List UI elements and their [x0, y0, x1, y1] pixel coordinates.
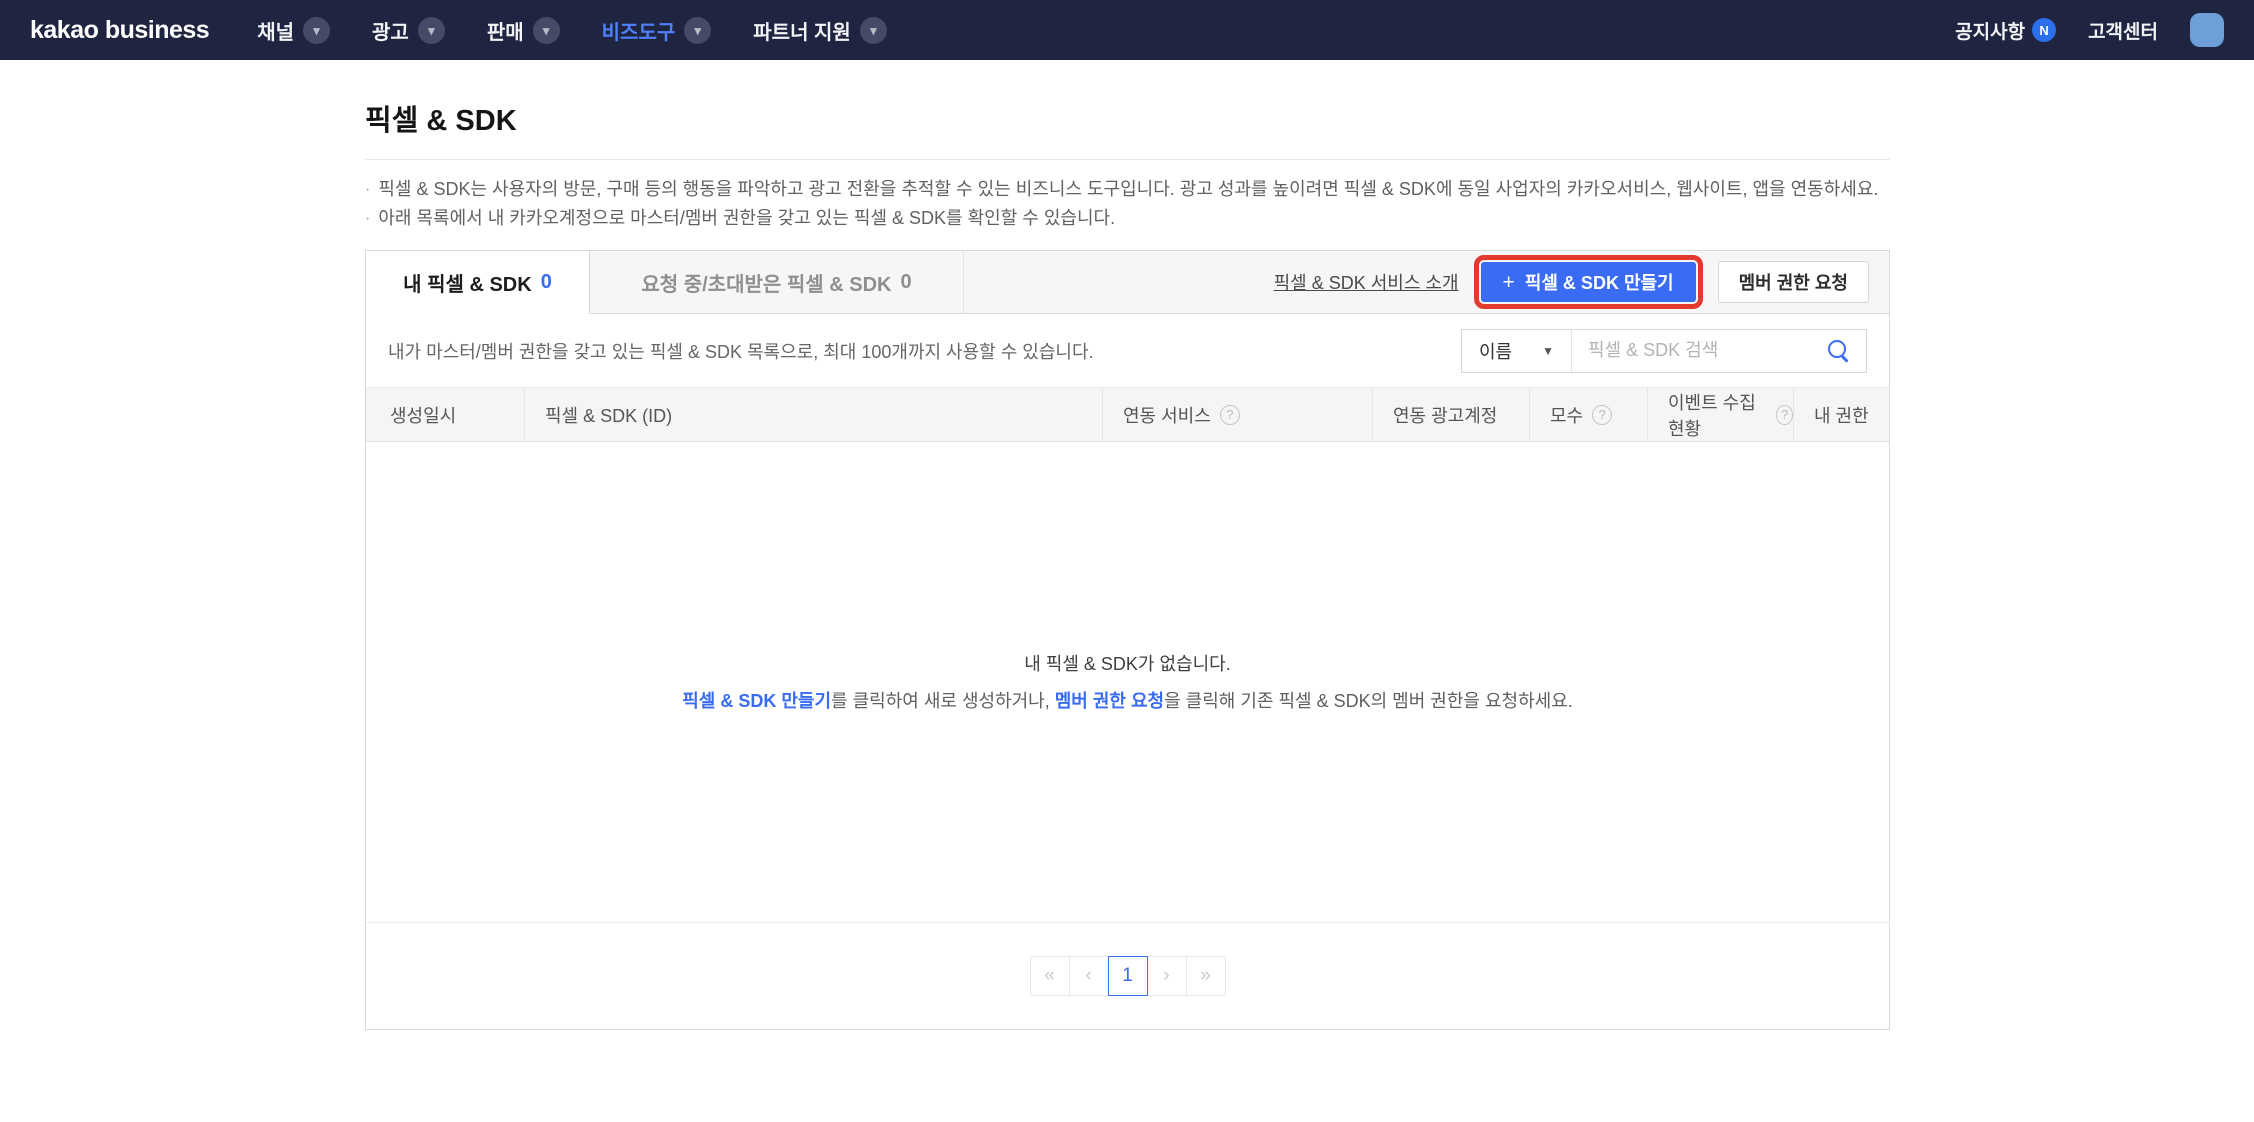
tab-my-pixel-sdk[interactable]: 내 픽셀 & SDK 0 — [366, 251, 590, 314]
search-box: 이름 ▼ — [1461, 329, 1867, 373]
nav-item-biztool-active[interactable]: 비즈도구 ▾ — [602, 16, 712, 45]
help-icon[interactable]: ? — [1776, 405, 1793, 425]
tab-label: 요청 중/초대받은 픽셀 & SDK — [641, 268, 891, 297]
nav-menu: 채널 ▾ 광고 ▾ 판매 ▾ 비즈도구 ▾ 파트너 지원 ▾ — [257, 16, 887, 45]
search-field-value: 이름 — [1479, 338, 1512, 364]
tab-count: 0 — [541, 271, 552, 294]
page-prev-button[interactable]: ‹ — [1069, 956, 1109, 996]
bullet-icon: · — [365, 175, 370, 204]
column-label: 연동 서비스 — [1123, 402, 1211, 428]
empty-state-text: 을 클릭해 기존 픽셀 & SDK의 멤버 권한을 요청하세요. — [1164, 691, 1573, 711]
tab-requested-pixel-sdk[interactable]: 요청 중/초대받은 픽셀 & SDK 0 — [590, 251, 964, 313]
column-label: 모수 — [1550, 402, 1583, 428]
new-badge: N — [2032, 18, 2056, 42]
description-text: 픽셀 & SDK는 사용자의 방문, 구매 등의 행동을 파악하고 광고 전환을… — [378, 175, 1878, 204]
page-next-button[interactable]: › — [1147, 956, 1187, 996]
help-icon[interactable]: ? — [1592, 405, 1612, 425]
nav-item-label: 광고 — [372, 16, 409, 45]
empty-state: 내 픽셀 & SDK가 없습니다. 픽셀 & SDK 만들기를 클릭하여 새로 … — [682, 649, 1573, 716]
create-pixel-sdk-link[interactable]: 픽셀 & SDK 만들기 — [682, 691, 831, 711]
main-content: 픽셀 & SDK · 픽셀 & SDK는 사용자의 방문, 구매 등의 행동을 … — [365, 60, 1890, 1030]
column-label: 픽셀 & SDK (ID) — [545, 402, 672, 428]
nav-item-ad[interactable]: 광고 ▾ — [372, 16, 445, 45]
empty-state-text: 를 클릭하여 새로 생성하거나, — [831, 691, 1055, 711]
column-event-status: 이벤트 수집현황 ? — [1647, 388, 1793, 441]
column-pixel-sdk-id: 픽셀 & SDK (ID) — [524, 388, 1102, 441]
help-center-link[interactable]: 고객센터 — [2088, 17, 2158, 44]
empty-state-description: 픽셀 & SDK 만들기를 클릭하여 새로 생성하거나, 멤버 권한 요청을 클… — [682, 686, 1573, 716]
page-first-button[interactable]: « — [1030, 956, 1070, 996]
create-pixel-sdk-button[interactable]: + 픽셀 & SDK 만들기 — [1481, 262, 1696, 302]
search-input[interactable] — [1572, 340, 1822, 361]
nav-item-label: 채널 — [257, 16, 294, 45]
pagination: « ‹ 1 › » — [366, 923, 1889, 1029]
column-label: 내 권한 — [1814, 402, 1869, 428]
chevron-down-icon: ▾ — [860, 17, 887, 44]
nav-item-label: 비즈도구 — [602, 16, 676, 45]
nav-item-label: 판매 — [487, 16, 524, 45]
description-text: 아래 목록에서 내 카카오계정으로 마스터/멤버 권한을 갖고 있는 픽셀 & … — [378, 204, 1115, 233]
nav-item-sales[interactable]: 판매 ▾ — [487, 16, 560, 45]
tab-strip-actions: 픽셀 & SDK 서비스 소개 + 픽셀 & SDK 만들기 멤버 권한 요청 — [1274, 251, 1889, 313]
nav-right: 공지사항 N 고객센터 — [1955, 13, 2224, 47]
notice-label: 공지사항 — [1955, 17, 2025, 44]
chevron-down-icon: ▾ — [418, 17, 445, 44]
column-label: 생성일시 — [390, 402, 456, 428]
list-description: 내가 마스터/멤버 권한을 갖고 있는 픽셀 & SDK 목록으로, 최대 10… — [388, 338, 1094, 364]
page-title: 픽셀 & SDK — [365, 60, 1890, 160]
column-label: 연동 광고계정 — [1393, 402, 1497, 428]
chevron-down-icon: ▾ — [533, 17, 560, 44]
page-number-current[interactable]: 1 — [1108, 956, 1148, 996]
filter-row: 내가 마스터/멤버 권한을 갖고 있는 픽셀 & SDK 목록으로, 최대 10… — [366, 314, 1889, 387]
tab-strip: 내 픽셀 & SDK 0 요청 중/초대받은 픽셀 & SDK 0 픽셀 & S… — [366, 251, 1889, 314]
column-created-at: 생성일시 — [366, 388, 524, 441]
plus-icon: + — [1503, 272, 1515, 293]
top-nav-bar: kakao business 채널 ▾ 광고 ▾ 판매 ▾ 비즈도구 ▾ 파트너… — [0, 0, 2254, 60]
pixel-sdk-panel: 내 픽셀 & SDK 0 요청 중/초대받은 픽셀 & SDK 0 픽셀 & S… — [365, 250, 1890, 1030]
search-button[interactable] — [1822, 340, 1866, 362]
nav-item-label: 파트너 지원 — [753, 16, 851, 45]
help-center-label: 고객센터 — [2088, 17, 2158, 44]
chevron-down-icon: ▾ — [684, 17, 711, 44]
kakao-business-logo[interactable]: kakao business — [30, 16, 209, 45]
table-body: 내 픽셀 & SDK가 없습니다. 픽셀 & SDK 만들기를 클릭하여 새로 … — [366, 442, 1889, 923]
nav-item-partner-support[interactable]: 파트너 지원 ▾ — [753, 16, 887, 45]
column-population: 모수 ? — [1529, 388, 1647, 441]
column-label: 이벤트 수집현황 — [1668, 389, 1767, 441]
page-last-button[interactable]: » — [1186, 956, 1226, 996]
bullet-icon: · — [365, 204, 370, 233]
caret-down-icon: ▼ — [1542, 344, 1554, 358]
service-intro-link[interactable]: 픽셀 & SDK 서비스 소개 — [1274, 269, 1459, 295]
description-item: · 픽셀 & SDK는 사용자의 방문, 구매 등의 행동을 파악하고 광고 전… — [365, 175, 1890, 204]
member-permission-request-button[interactable]: 멤버 권한 요청 — [1718, 261, 1869, 303]
nav-item-channel[interactable]: 채널 ▾ — [257, 16, 330, 45]
click-highlight-annotation: + 픽셀 & SDK 만들기 — [1474, 255, 1703, 309]
create-button-label: 픽셀 & SDK 만들기 — [1525, 269, 1674, 295]
table-header: 생성일시 픽셀 & SDK (ID) 연동 서비스 ? 연동 광고계정 모수 ?… — [366, 387, 1889, 442]
column-my-permission: 내 권한 — [1793, 388, 1889, 441]
empty-state-title: 내 픽셀 & SDK가 없습니다. — [682, 649, 1573, 679]
chevron-down-icon: ▾ — [303, 17, 330, 44]
tab-label: 내 픽셀 & SDK — [403, 268, 532, 297]
notice-link[interactable]: 공지사항 N — [1955, 17, 2056, 44]
column-linked-ad-account: 연동 광고계정 — [1372, 388, 1529, 441]
tab-count: 0 — [900, 271, 911, 294]
description-item: · 아래 목록에서 내 카카오계정으로 마스터/멤버 권한을 갖고 있는 픽셀 … — [365, 204, 1890, 233]
profile-avatar[interactable] — [2190, 13, 2224, 47]
page-description: · 픽셀 & SDK는 사용자의 방문, 구매 등의 행동을 파악하고 광고 전… — [365, 175, 1890, 233]
help-icon[interactable]: ? — [1220, 405, 1240, 425]
column-linked-service: 연동 서비스 ? — [1102, 388, 1372, 441]
search-icon — [1828, 340, 1850, 362]
member-permission-request-link[interactable]: 멤버 권한 요청 — [1055, 691, 1164, 711]
search-field-select[interactable]: 이름 ▼ — [1462, 330, 1572, 372]
